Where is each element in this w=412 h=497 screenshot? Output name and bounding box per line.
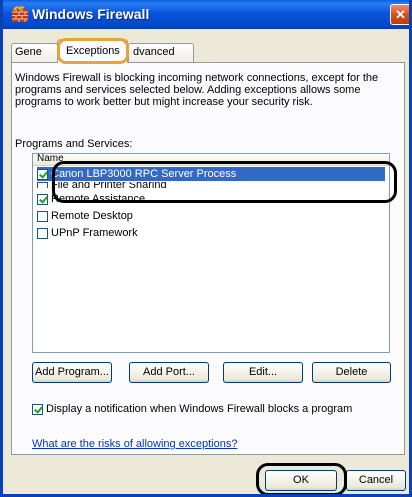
- list-item-label: Remote Desktop: [51, 210, 133, 222]
- tab-general[interactable]: Gene: [11, 43, 58, 62]
- title-bar[interactable]: Windows Firewall ✕: [3, 0, 409, 29]
- list-item-label: UPnP Framework: [51, 227, 138, 239]
- notification-label: Display a notification when Windows Fire…: [46, 403, 353, 415]
- close-button[interactable]: ✕: [390, 4, 409, 25]
- tab-advanced[interactable]: dvanced: [128, 43, 194, 62]
- cancel-button[interactable]: Cancel: [346, 470, 406, 491]
- firewall-icon: [12, 6, 28, 22]
- checkbox[interactable]: [37, 168, 48, 180]
- add-program-button[interactable]: Add Program...: [32, 362, 112, 383]
- list-item-label: Remote Assistance: [51, 193, 146, 205]
- checkbox[interactable]: [37, 210, 48, 222]
- list-item-label: Canon LBP3000 RPC Server Process: [51, 168, 237, 180]
- tab-advanced-label: dvanced: [133, 46, 175, 58]
- list-item-label: File and Printer Sharing: [51, 182, 167, 188]
- close-icon: ✕: [395, 7, 406, 22]
- list-item[interactable]: Canon LBP3000 RPC Server Process: [37, 167, 385, 181]
- tab-exceptions-label: Exceptions: [66, 45, 120, 57]
- window-title: Windows Firewall: [32, 6, 150, 22]
- programs-label-text: Programs and Services:: [15, 138, 133, 150]
- list-header-name[interactable]: Name: [33, 154, 389, 166]
- description-text: Windows Firewall is blocking incoming ne…: [15, 72, 379, 108]
- list-item[interactable]: Remote Assistance: [37, 192, 145, 206]
- delete-button[interactable]: Delete: [312, 362, 391, 383]
- programs-label: Programs and Services:: [15, 138, 132, 150]
- list-item[interactable]: UPnP Framework: [37, 226, 138, 240]
- notification-checkbox[interactable]: [32, 403, 43, 415]
- checkbox[interactable]: [37, 193, 48, 205]
- list-item[interactable]: Remote Desktop: [37, 209, 133, 223]
- windows-firewall-dialog: Windows Firewall ✕ Gene Exceptions dvanc…: [0, 0, 412, 497]
- checkbox[interactable]: [37, 227, 48, 239]
- notification-option[interactable]: Display a notification when Windows Fire…: [32, 403, 352, 415]
- tab-general-label: Gene: [15, 46, 42, 58]
- programs-list[interactable]: Name Canon LBP3000 RPC Server Process Fi…: [32, 153, 390, 353]
- risks-link[interactable]: What are the risks of allowing exception…: [32, 438, 237, 450]
- edit-button[interactable]: Edit...: [223, 362, 303, 383]
- list-item[interactable]: File and Printer Sharing: [37, 182, 167, 188]
- ok-button[interactable]: OK: [265, 470, 337, 491]
- checkbox[interactable]: [37, 182, 48, 188]
- tab-exceptions[interactable]: Exceptions: [57, 39, 128, 63]
- add-port-button[interactable]: Add Port...: [129, 362, 209, 383]
